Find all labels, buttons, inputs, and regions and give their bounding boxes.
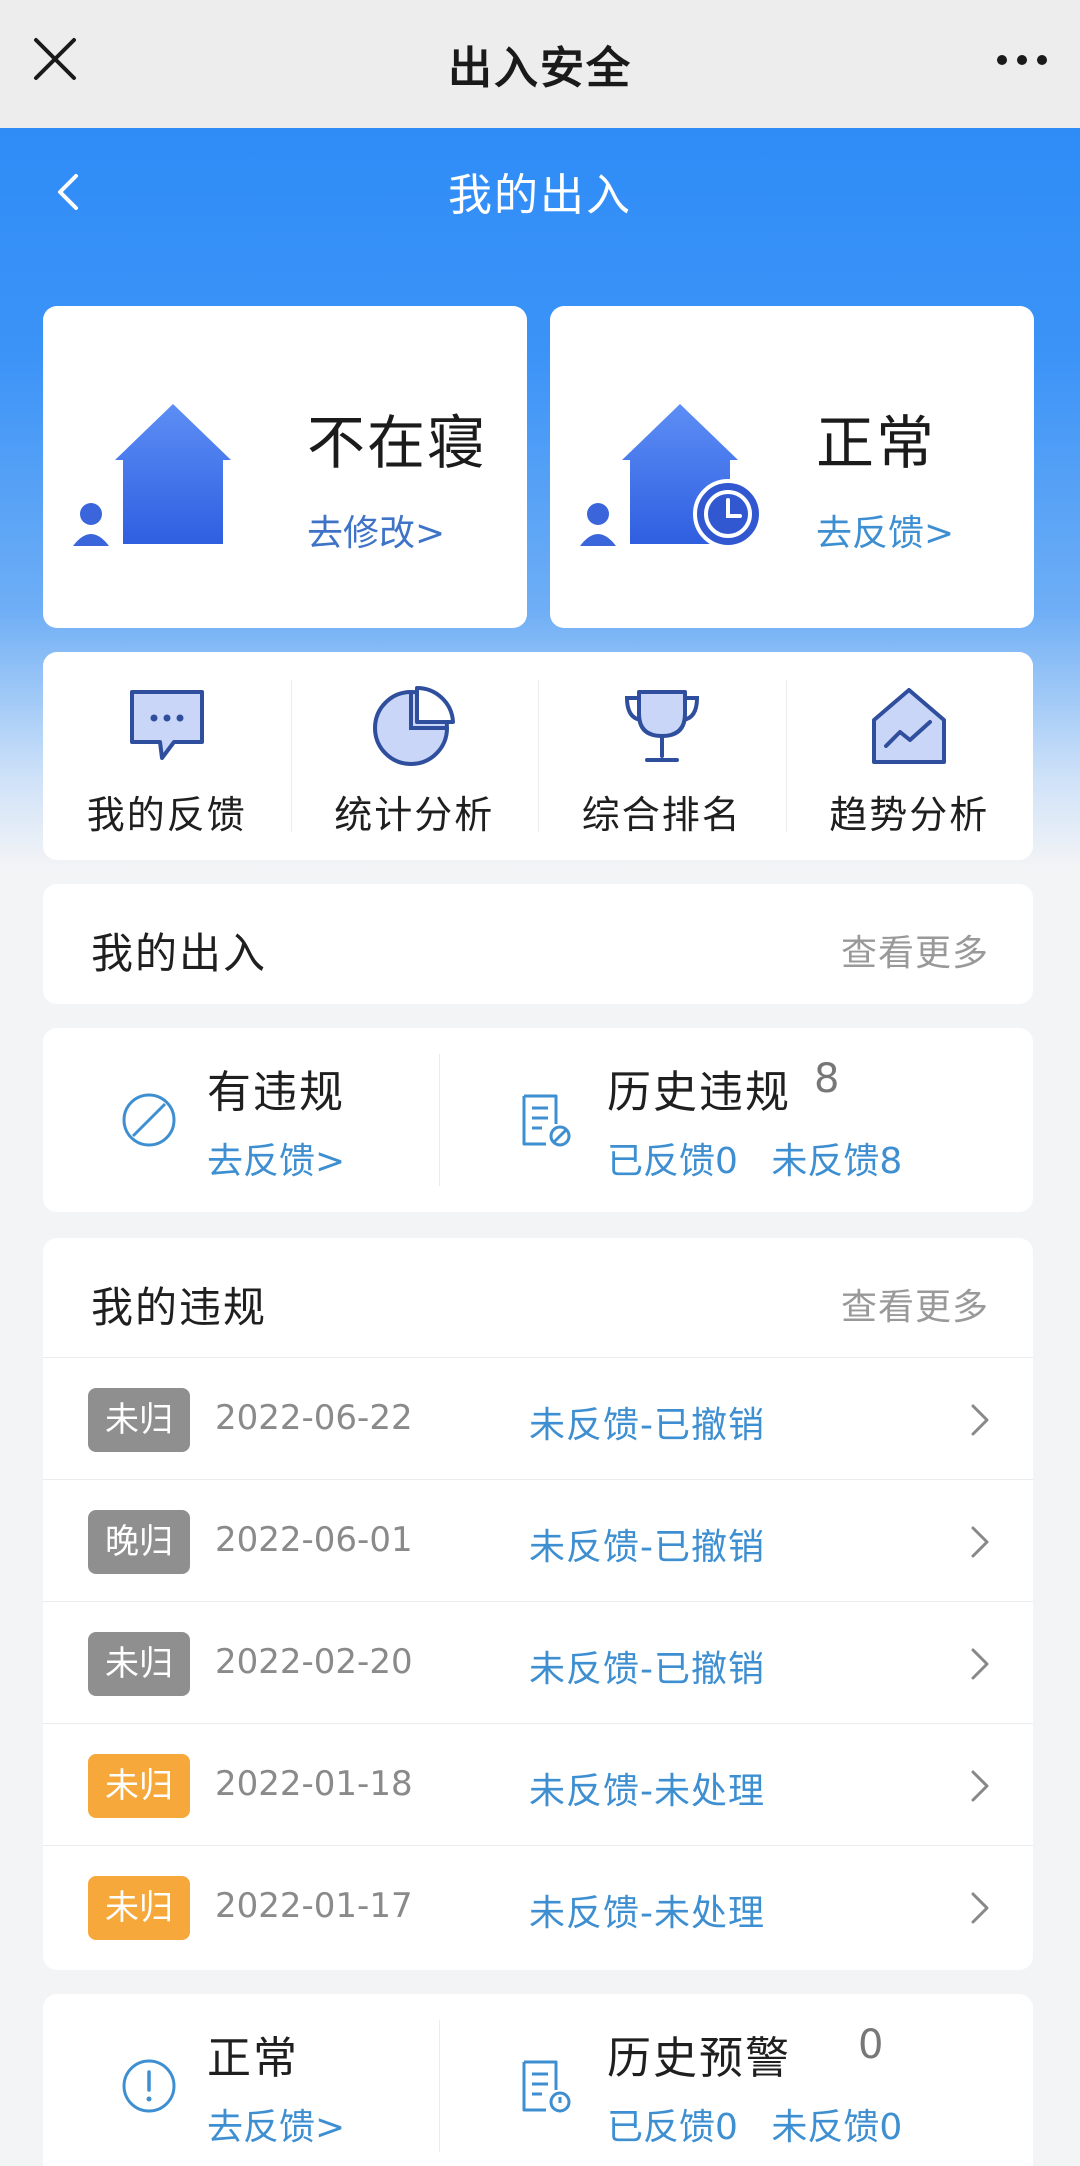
modify-link[interactable]: 去修改>	[307, 504, 445, 556]
back-arrow-icon[interactable]	[48, 168, 88, 216]
chevron-right-icon	[971, 1404, 989, 1436]
house-clock-icon	[580, 404, 763, 549]
feedback-link[interactable]: 去反馈>	[816, 504, 954, 556]
view-more-link[interactable]: 查看更多	[841, 924, 989, 976]
dorm-status-card[interactable]: 不在寝 去修改>	[43, 306, 527, 628]
app-title: 出入安全	[448, 43, 632, 94]
history-violation-count: 8	[814, 1056, 840, 1102]
document-alert-icon	[522, 2060, 571, 2113]
violation-status: 未反馈-已撤销	[529, 1527, 765, 1568]
violation-row[interactable]: 未归 2022-06-22 未反馈-已撤销	[43, 1358, 1033, 1480]
house-person-icon	[73, 404, 231, 546]
current-warning[interactable]: 正常 去反馈>	[43, 1994, 439, 2166]
violation-summary-card: 有违规 去反馈> 历史违规 8 已反馈0 未反馈8	[43, 1028, 1033, 1212]
violation-date: 2022-01-18	[215, 1764, 413, 1804]
quick-action-label: 趋势分析	[829, 793, 990, 837]
violation-feedback-link[interactable]: 去反馈>	[207, 1132, 345, 1184]
quick-action-label: 统计分析	[334, 793, 495, 837]
window-titlebar: 出入安全	[0, 0, 1080, 128]
quick-action-label: 我的反馈	[86, 793, 247, 837]
trend-house-icon	[872, 688, 947, 764]
quick-action-ranking[interactable]: 综合排名	[538, 652, 786, 860]
quick-action-my-feedback[interactable]: 我的反馈	[43, 652, 291, 860]
violation-row[interactable]: 晚归 2022-06-01 未反馈-已撤销	[43, 1480, 1033, 1602]
history-violation-stats: 已反馈0 未反馈8	[607, 1132, 902, 1184]
violation-date: 2022-02-20	[215, 1642, 413, 1682]
document-ban-icon	[522, 1094, 571, 1147]
current-violation-title: 有违规	[207, 1067, 345, 1118]
feedback-count[interactable]: 已反馈0	[607, 2107, 738, 2148]
violation-tag: 未归	[88, 1876, 190, 1940]
violation-tag: 未归	[88, 1388, 190, 1452]
violation-status: 未反馈-未处理	[529, 1771, 765, 1812]
violation-date: 2022-01-17	[215, 1886, 413, 1926]
history-warning-count: 0	[858, 2022, 884, 2068]
violation-date: 2022-06-01	[215, 1520, 413, 1560]
quick-action-trend[interactable]: 趋势分析	[785, 652, 1034, 860]
quick-action-statistics[interactable]: 统计分析	[290, 652, 539, 860]
quick-actions: 我的反馈 统计分析 综合排名 趋势分析	[43, 652, 1033, 860]
dorm-status-text: 不在寝	[307, 409, 488, 477]
violation-status: 未反馈-已撤销	[529, 1405, 765, 1446]
warning-feedback-link[interactable]: 去反馈>	[207, 2098, 345, 2150]
exclamation-circle-icon	[122, 2059, 176, 2113]
close-icon[interactable]	[30, 34, 80, 84]
more-options-icon[interactable]	[994, 40, 1050, 80]
view-more-link[interactable]: 查看更多	[841, 1278, 989, 1330]
time-status-text: 正常	[816, 409, 937, 477]
unfeedback-count[interactable]: 未反馈8	[771, 1141, 902, 1182]
history-violation[interactable]: 历史违规 8 已反馈0 未反馈8	[440, 1028, 1033, 1212]
history-warning-title: 历史预警	[607, 2033, 791, 2084]
violation-tag: 未归	[88, 1632, 190, 1696]
violation-tag: 未归	[88, 1754, 190, 1818]
page-navbar: 我的出入	[0, 128, 1080, 254]
history-warning[interactable]: 历史预警 0 已反馈0 未反馈0	[440, 1994, 1033, 2166]
pie-chart-icon	[373, 685, 456, 766]
trophy-icon	[624, 690, 699, 762]
my-violations-card: 我的违规 查看更多 未归 2022-06-22 未反馈-已撤销 晚归 2022-…	[43, 1238, 1033, 1970]
violation-row[interactable]: 未归 2022-01-18 未反馈-未处理	[43, 1724, 1033, 1846]
violation-status: 未反馈-未处理	[529, 1893, 765, 1934]
warning-summary-card: 正常 去反馈> 历史预警 0 已反馈0 未反馈0	[43, 1994, 1033, 2166]
violations-header: 我的违规 查看更多	[43, 1238, 1033, 1358]
history-warning-stats: 已反馈0 未反馈0	[607, 2098, 902, 2150]
violation-date: 2022-06-22	[215, 1398, 413, 1438]
section-title: 我的违规	[91, 1283, 268, 1332]
ban-icon	[122, 1093, 176, 1147]
my-access-section: 我的出入 查看更多	[43, 884, 1033, 1004]
chevron-right-icon	[971, 1526, 989, 1558]
current-violation[interactable]: 有违规 去反馈>	[43, 1028, 439, 1212]
violation-row[interactable]: 未归 2022-01-17 未反馈-未处理	[43, 1846, 1033, 1968]
unfeedback-count[interactable]: 未反馈0	[771, 2107, 902, 2148]
section-title: 我的出入	[91, 929, 268, 978]
time-status-card[interactable]: 正常 去反馈>	[550, 306, 1034, 628]
chevron-right-icon	[971, 1892, 989, 1924]
chevron-right-icon	[971, 1648, 989, 1680]
chevron-right-icon	[971, 1770, 989, 1802]
history-violation-title: 历史违规	[607, 1067, 791, 1118]
violation-row[interactable]: 未归 2022-02-20 未反馈-已撤销	[43, 1602, 1033, 1724]
violation-tag: 晚归	[88, 1510, 190, 1574]
feedback-count[interactable]: 已反馈0	[607, 1141, 738, 1182]
page-title: 我的出入	[448, 170, 632, 221]
quick-action-label: 综合排名	[581, 793, 742, 837]
current-warning-title: 正常	[207, 2033, 299, 2084]
chat-bubble-icon	[129, 690, 204, 760]
violation-status: 未反馈-已撤销	[529, 1649, 765, 1690]
